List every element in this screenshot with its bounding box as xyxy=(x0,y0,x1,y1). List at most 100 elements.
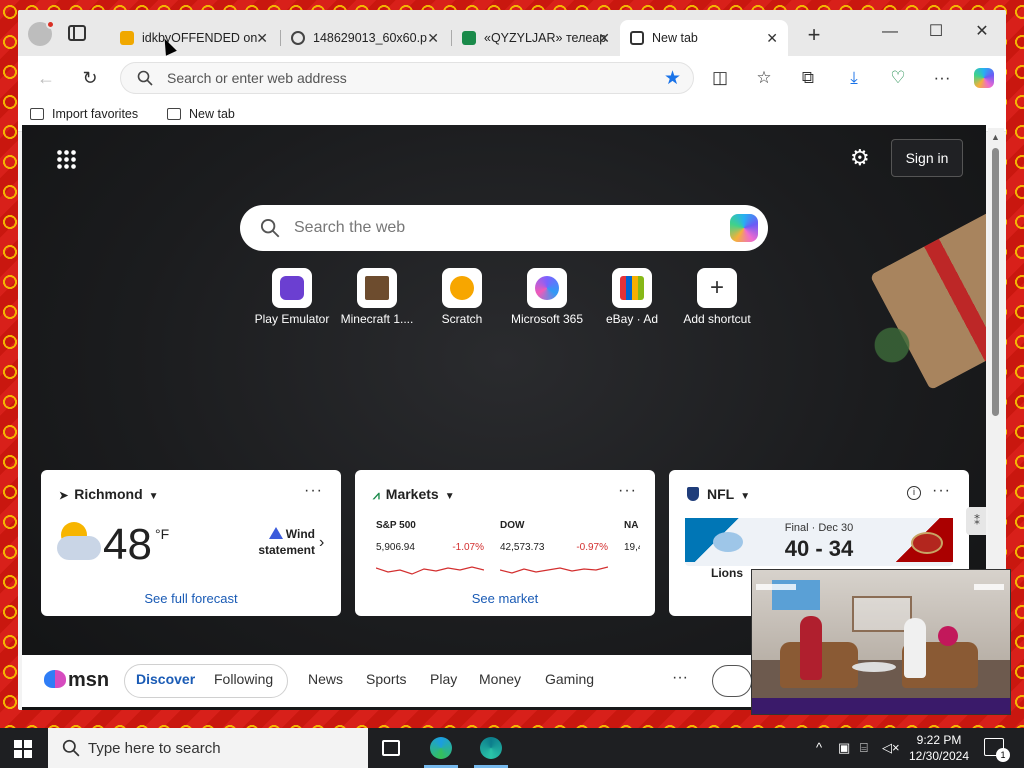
close-window-icon[interactable]: ✕ xyxy=(962,20,1002,44)
more-options-icon[interactable]: ··· xyxy=(618,482,637,500)
copilot-search-icon[interactable] xyxy=(730,214,758,242)
app-launcher-icon[interactable] xyxy=(56,149,76,169)
windows-start-icon[interactable] xyxy=(14,740,32,758)
more-menu-icon[interactable]: ··· xyxy=(930,66,954,90)
shortcut-label: Scratch xyxy=(441,312,483,326)
market-item-nasdaq[interactable]: NA 19,4 xyxy=(624,520,640,584)
favorites-icon[interactable]: ☆ xyxy=(752,66,776,90)
tab-sports[interactable]: Sports xyxy=(366,671,406,687)
tab-discover[interactable]: Discover xyxy=(136,671,195,687)
taskbar-search-input[interactable] xyxy=(88,728,348,768)
market-change: -0.97% xyxy=(576,542,608,553)
shortcut-label: Microsoft 365 xyxy=(510,312,584,326)
task-view-icon[interactable] xyxy=(382,740,400,756)
market-name: NA xyxy=(624,520,639,531)
tab-idkbyoffended[interactable]: idkbyOFFENDED on ✕ xyxy=(110,20,278,56)
address-toolbar: ← ↻ ★ ◫ ☆ ⧉ ⤓ ♡ ··· xyxy=(18,56,1006,100)
feedback-side-tab[interactable]: ⁑ xyxy=(966,507,986,535)
edge-beta-icon[interactable] xyxy=(480,737,502,759)
meet-now-icon[interactable]: ▣ xyxy=(838,740,850,756)
network-icon[interactable]: ⌸ xyxy=(860,740,868,756)
team-name-left: Lions xyxy=(711,566,743,580)
favorite-star-icon[interactable]: ★ xyxy=(664,67,681,90)
temperature-unit: °F xyxy=(155,526,170,542)
tab-image-file[interactable]: 148629013_60x60.p ✕ xyxy=(281,20,449,56)
copilot-icon[interactable] xyxy=(972,66,996,90)
nfl-label: NFL xyxy=(707,486,735,502)
chevron-down-icon: ▼ xyxy=(740,491,751,502)
tab-actions-icon[interactable] xyxy=(68,25,86,41)
weather-card[interactable]: ➤ Richmond ▼ ··· 48 °F Wind statement › Se… xyxy=(41,470,341,616)
settings-gear-icon[interactable]: ⚙ xyxy=(850,145,870,171)
close-tab-icon[interactable]: ✕ xyxy=(256,20,268,56)
more-tabs-icon[interactable]: ··· xyxy=(672,669,688,687)
refresh-icon[interactable]: ↻ xyxy=(78,68,102,89)
shortcut-microsoft-365[interactable]: Microsoft 365 xyxy=(504,268,590,326)
dow-sparkline xyxy=(500,566,608,574)
info-icon[interactable]: i xyxy=(907,486,921,500)
market-value: 42,573.73 xyxy=(500,542,545,553)
favorite-label: New tab xyxy=(189,107,235,121)
shortcut-label: Minecraft 1.... xyxy=(340,312,414,326)
close-tab-icon[interactable]: ✕ xyxy=(427,20,439,56)
volume-muted-icon[interactable]: ◁× xyxy=(882,740,900,756)
maximize-icon[interactable]: ☐ xyxy=(916,20,956,44)
chevron-right-icon[interactable]: › xyxy=(319,534,324,552)
new-tab-page-icon xyxy=(630,31,644,45)
close-tab-icon[interactable]: ✕ xyxy=(766,20,778,56)
see-market-link[interactable]: See market xyxy=(355,591,655,606)
system-clock[interactable]: 9:22 PM 12/30/2024 xyxy=(904,732,974,764)
tab-qyzyljar[interactable]: «QYZYLJAR» телеар ✕ xyxy=(452,20,620,56)
microsoft-365-icon xyxy=(527,268,567,308)
shortcut-minecraft[interactable]: Minecraft 1.... xyxy=(334,268,420,326)
split-screen-icon[interactable]: ◫ xyxy=(708,66,732,90)
downloads-icon[interactable]: ⤓ xyxy=(842,66,866,90)
scrollbar-thumb[interactable] xyxy=(992,148,999,416)
edge-browser-icon[interactable] xyxy=(430,737,452,759)
tab-following[interactable]: Following xyxy=(214,671,273,687)
picture-in-picture-video[interactable] xyxy=(751,569,1011,715)
shortcut-scratch[interactable]: Scratch xyxy=(419,268,505,326)
shortcut-add[interactable]: + Add shortcut xyxy=(674,268,760,326)
tab-money[interactable]: Money xyxy=(479,671,521,687)
import-favorites-link[interactable]: Import favorites xyxy=(30,107,138,121)
market-item-sp500[interactable]: S&P 500 5,906.94 -1.07% xyxy=(376,520,484,584)
play-emulator-icon xyxy=(272,268,312,308)
scroll-up-arrow-icon[interactable]: ▲ xyxy=(991,132,1000,142)
location-label: Richmond xyxy=(74,486,143,502)
browser-essentials-icon[interactable]: ♡ xyxy=(886,66,910,90)
chevron-down-icon: ▼ xyxy=(444,491,455,502)
address-input[interactable] xyxy=(167,63,647,93)
market-item-dow[interactable]: DOW 42,573.73 -0.97% xyxy=(500,520,608,584)
tab-gaming[interactable]: Gaming xyxy=(545,671,594,687)
msn-logo[interactable]: msn xyxy=(44,669,109,692)
clock-date: 12/30/2024 xyxy=(908,749,970,763)
sign-in-button[interactable]: Sign in xyxy=(891,139,963,177)
tab-news[interactable]: News xyxy=(308,671,343,687)
new-tab-plus-icon[interactable]: + xyxy=(802,22,826,48)
see-full-forecast-link[interactable]: See full forecast xyxy=(41,591,341,606)
weather-location[interactable]: ➤ Richmond ▼ xyxy=(59,486,159,502)
more-options-icon[interactable]: ··· xyxy=(932,482,951,500)
notification-count-badge: 1 xyxy=(996,748,1010,762)
feed-settings-icon[interactable] xyxy=(712,665,752,697)
markets-card[interactable]: ⩘ Markets ▼ ··· S&P 500 5,906.94 -1.07% DO… xyxy=(355,470,655,616)
close-tab-icon[interactable]: ✕ xyxy=(598,20,610,56)
location-arrow-icon: ➤ xyxy=(59,490,69,502)
nfl-title[interactable]: NFL ▼ xyxy=(687,486,750,502)
tab-title: 148629013_60x60.p xyxy=(313,31,428,45)
shortcut-ebay-ad[interactable]: eBay · Ad xyxy=(589,268,675,326)
web-search-input[interactable] xyxy=(294,205,714,251)
wind-alert[interactable]: Wind statement xyxy=(253,526,315,558)
minimize-icon[interactable]: — xyxy=(870,20,910,44)
markets-title[interactable]: ⩘ Markets ▼ xyxy=(373,486,455,503)
favorite-new-tab-link[interactable]: New tab xyxy=(167,107,235,121)
tab-new-tab[interactable]: New tab ✕ xyxy=(620,20,788,56)
shortcut-label: Play Emulator xyxy=(254,312,330,326)
shortcut-play-emulator[interactable]: Play Emulator xyxy=(249,268,335,326)
show-hidden-icons-chevron-icon[interactable]: ^ xyxy=(816,740,822,755)
collections-icon[interactable]: ⧉ xyxy=(796,66,820,90)
tab-play[interactable]: Play xyxy=(430,671,457,687)
more-options-icon[interactable]: ··· xyxy=(304,482,323,500)
back-arrow-icon[interactable]: ← xyxy=(34,68,58,89)
